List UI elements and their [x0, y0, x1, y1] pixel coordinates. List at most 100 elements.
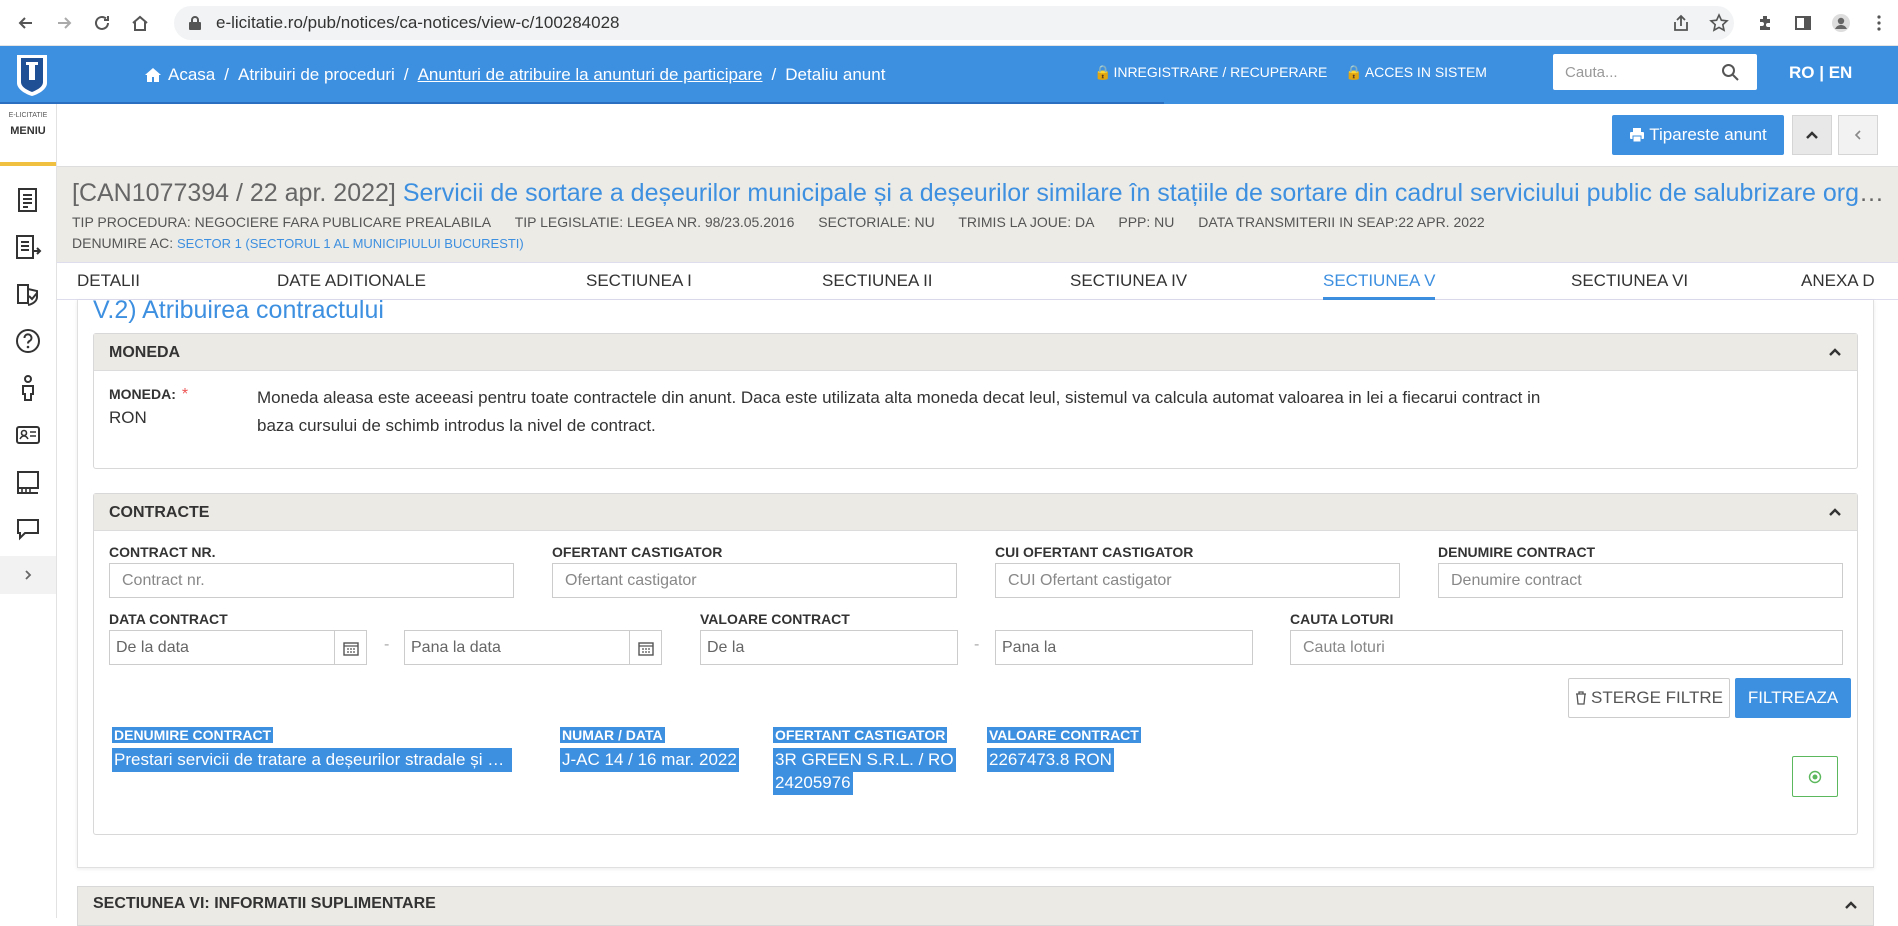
home-icon[interactable] — [144, 67, 162, 83]
date-from-input[interactable]: De la data — [109, 630, 367, 665]
list-export-icon — [16, 234, 42, 259]
sidebar-item-books[interactable] — [0, 458, 56, 505]
shield-check-icon — [17, 283, 38, 306]
chevron-up-icon[interactable] — [1827, 344, 1843, 360]
view-contract-button[interactable] — [1792, 756, 1838, 797]
meta-sectoriale: SECTORIALE: NU — [818, 214, 935, 230]
reload-icon[interactable] — [88, 9, 116, 37]
address-bar[interactable]: e-licitatie.ro/pub/notices/ca-notices/vi… — [174, 6, 1734, 40]
sidebar-item-chat[interactable] — [0, 505, 56, 552]
notice-authority: DENUMIRE AC: SECTOR 1 (SECTORUL 1 AL MUN… — [72, 235, 524, 251]
sidepanel-icon[interactable] — [1784, 6, 1822, 40]
valoare-to-input[interactable]: Pana la — [995, 630, 1253, 665]
notice-meta: TIP PROCEDURA: NEGOCIERE FARA PUBLICARE … — [72, 214, 1505, 230]
register-link[interactable]: 🔒 INREGISTRARE / RECUPERARE — [1094, 64, 1327, 81]
chat-icon — [17, 518, 39, 540]
breadcrumb-atribuiri[interactable]: Atribuiri de proceduri — [238, 65, 395, 85]
date-to-placeholder: Pana la data — [411, 638, 501, 656]
eye-icon — [1808, 770, 1822, 783]
search-icon[interactable] — [1721, 63, 1739, 81]
breadcrumb-separator: / — [224, 65, 229, 84]
chevron-up-icon[interactable] — [1827, 504, 1843, 520]
profile-icon[interactable] — [1822, 6, 1860, 40]
search-input[interactable]: Cauta... — [1553, 54, 1757, 90]
ofertant-input[interactable]: Ofertant castigator — [552, 563, 957, 598]
scroll-top-button[interactable] — [1792, 115, 1832, 155]
valoare-from-input[interactable]: De la — [700, 630, 958, 665]
sidebar-item-list[interactable] — [0, 223, 56, 270]
result-col-valoare-label: VALOARE CONTRACT — [987, 727, 1141, 743]
printer-icon — [1630, 128, 1645, 143]
share-icon[interactable] — [1662, 6, 1700, 40]
sidebar-item-idcard[interactable] — [0, 411, 56, 458]
sidebar-item-person[interactable] — [0, 364, 56, 411]
breadcrumb-separator: / — [403, 65, 409, 84]
sidebar-expand-button[interactable] — [0, 556, 56, 594]
home-icon[interactable] — [126, 9, 154, 37]
lock-icon: 🔒 — [1345, 64, 1363, 80]
collapse-panel-button[interactable] — [1838, 115, 1878, 155]
contract-nr-input[interactable]: Contract nr. — [109, 563, 514, 598]
language-switcher[interactable]: RO | EN — [1789, 63, 1852, 83]
lock-icon: 🔒 — [1094, 64, 1112, 80]
search-placeholder: Cauta... — [1565, 63, 1618, 81]
chevron-up-icon — [1806, 131, 1818, 139]
print-button[interactable]: Tipareste anunt — [1612, 115, 1784, 155]
result-denumire-value[interactable]: Prestari servicii de tratare a deșeurilo… — [112, 748, 512, 772]
tab-sectiunea-ii[interactable]: SECTIUNEA II — [822, 271, 933, 291]
filter-button[interactable]: FILTREAZA — [1735, 678, 1851, 718]
tab-sectiunea-vi[interactable]: SECTIUNEA VI — [1571, 271, 1688, 291]
denumire-input[interactable]: Denumire contract — [1438, 563, 1843, 598]
calendar-icon[interactable] — [334, 631, 366, 664]
moneda-field: MONEDA: * RON — [109, 386, 188, 428]
clear-filters-button[interactable]: STERGE FILTRE — [1568, 678, 1730, 718]
login-link[interactable]: 🔒 ACCES IN SISTEM — [1345, 64, 1487, 81]
sidebar-menu-toggle[interactable]: E-LICITATIE MENIU — [0, 104, 56, 166]
contracte-card-header[interactable]: CONTRACTE — [94, 494, 1857, 531]
star-icon[interactable] — [1700, 6, 1738, 40]
moneda-note-line1: Moneda aleasa este aceeasi pentru toate … — [257, 388, 1541, 407]
breadcrumb-home[interactable]: Acasa — [168, 65, 215, 85]
range-dash: - — [384, 636, 390, 653]
help-icon — [16, 328, 40, 353]
tab-date-aditionale[interactable]: DATE ADITIONALE — [277, 271, 426, 291]
cauta-loturi-input[interactable]: Cauta loturi — [1290, 630, 1843, 665]
moneda-note: Moneda aleasa este aceeasi pentru toate … — [257, 384, 1540, 440]
meta-procedure: TIP PROCEDURA: NEGOCIERE FARA PUBLICARE … — [72, 214, 492, 230]
date-to-input[interactable]: Pana la data — [404, 630, 662, 665]
tab-sectiunea-iv[interactable]: SECTIUNEA IV — [1070, 271, 1187, 291]
browser-menu-icon[interactable] — [1860, 6, 1898, 40]
sidebar-item-security[interactable] — [0, 270, 56, 317]
section-v-panel: V.2) Atribuirea contractului MONEDA MONE… — [77, 296, 1874, 868]
moneda-card-header[interactable]: MONEDA — [94, 334, 1857, 371]
sectiunea-vi-card[interactable]: SECTIUNEA VI: INFORMATII SUPLIMENTARE — [77, 886, 1874, 926]
left-sidebar: E-LICITATIE MENIU — [0, 104, 57, 918]
sidebar-item-document[interactable] — [0, 176, 56, 223]
auth-links: 🔒 INREGISTRARE / RECUPERARE 🔒 ACCES IN SIS… — [1094, 64, 1487, 81]
result-numar-value: J-AC 14 / 16 mar. 2022 — [560, 748, 739, 772]
extensions-icon[interactable] — [1746, 6, 1784, 40]
sidebar-item-help[interactable] — [0, 317, 56, 364]
back-icon[interactable] — [12, 9, 40, 37]
site-logo[interactable] — [12, 52, 52, 98]
tab-sectiunea-i[interactable]: SECTIUNEA I — [586, 271, 692, 291]
authority-value[interactable]: SECTOR 1 (SECTORUL 1 AL MUNICIPIULUI BUC… — [177, 236, 524, 251]
tab-sectiunea-v[interactable]: SECTIUNEA V — [1323, 271, 1436, 300]
forward-icon[interactable] — [50, 9, 78, 37]
result-valoare-value: 2267473.8 RON — [987, 748, 1114, 772]
cui-input[interactable]: CUI Ofertant castigator — [995, 563, 1400, 598]
chevron-up-icon[interactable] — [1843, 897, 1859, 913]
moneda-note-line2: baza cursului de schimb introdus la nive… — [257, 416, 656, 435]
calendar-icon[interactable] — [629, 631, 661, 664]
breadcrumb-anunturi[interactable]: Anunturi de atribuire la anunturi de par… — [418, 65, 763, 85]
sectiunea-vi-title: SECTIUNEA VI: INFORMATII SUPLIMENTARE — [93, 895, 436, 912]
id-card-icon — [16, 425, 40, 444]
result-col-numar-label: NUMAR / DATA — [560, 727, 665, 743]
tab-detalii[interactable]: DETALII — [77, 271, 140, 291]
notice-header: [CAN1077394 / 22 apr. 2022] Servicii de … — [57, 166, 1898, 262]
lock-icon — [189, 16, 201, 30]
tab-anexa-d[interactable]: ANEXA D — [1801, 271, 1875, 291]
contract-nr-label: CONTRACT NR. — [109, 544, 216, 560]
authority-label: DENUMIRE AC: — [72, 235, 174, 251]
required-marker: * — [181, 386, 189, 403]
